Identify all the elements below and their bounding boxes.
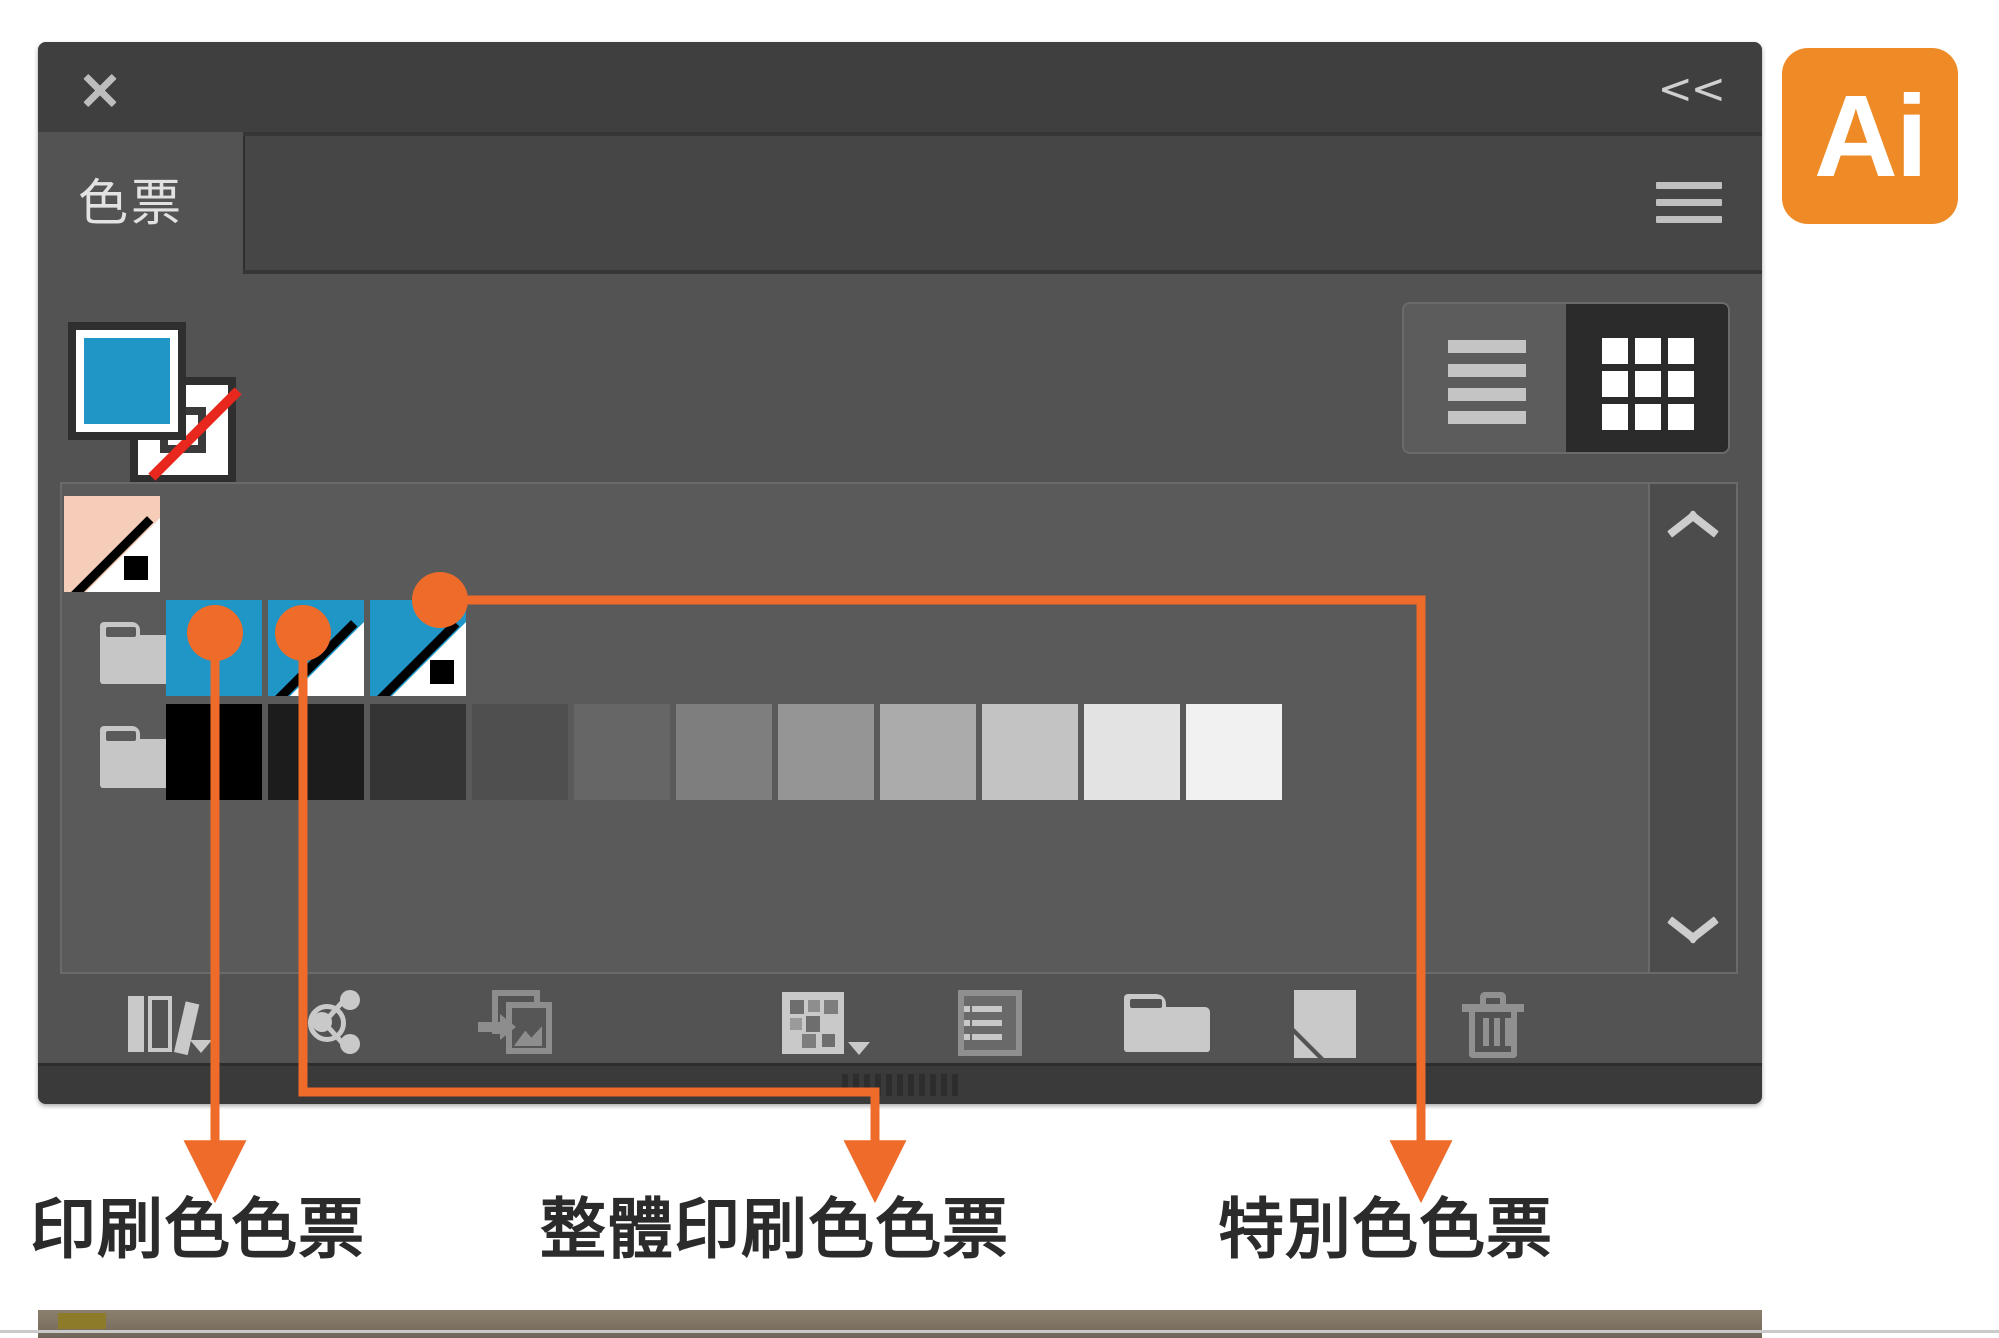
hamburger-menu-icon[interactable] xyxy=(1656,182,1722,224)
add-selected-to-library-button[interactable] xyxy=(458,984,568,1062)
swatch-gray-4[interactable] xyxy=(574,704,670,800)
tabstrip-empty-area xyxy=(243,136,1762,270)
swatch-process-blue[interactable] xyxy=(166,600,262,696)
swatch-color xyxy=(574,704,670,800)
add-to-library-icon xyxy=(478,990,552,1058)
swatch-gray-1[interactable] xyxy=(268,704,364,800)
chevron-down-icon xyxy=(190,1040,212,1053)
swatch-gray-3[interactable] xyxy=(472,704,568,800)
panel-controls-row xyxy=(38,274,1762,486)
new-swatch-button[interactable] xyxy=(1268,984,1378,1062)
caption-global-process-swatch: 整體印刷色色票 xyxy=(540,1191,1009,1268)
fill-color-fill xyxy=(84,338,170,424)
swatch-global-process-blue[interactable] xyxy=(268,600,364,696)
new-color-group-button[interactable] xyxy=(1108,984,1218,1062)
swatch-gray-5[interactable] xyxy=(676,704,772,800)
swatch-gray-8[interactable] xyxy=(982,704,1078,800)
swatch-libraries-menu-button[interactable] xyxy=(106,984,216,1062)
screenshot-root: << 色票 Ai 印刷色色票 整體印刷色色票 特別色色票 xyxy=(0,0,1999,1338)
swatch-corner-triangle xyxy=(392,622,466,696)
panel-bottom-toolbar xyxy=(38,980,1762,1066)
fill-stroke-indicator[interactable] xyxy=(58,322,248,500)
books-icon xyxy=(128,994,200,1056)
swatch-options-button[interactable] xyxy=(938,984,1048,1062)
swatch-gray-6[interactable] xyxy=(778,704,874,800)
tab-swatches[interactable]: 色票 xyxy=(38,132,243,274)
show-color-group-colors-button[interactable] xyxy=(278,984,388,1062)
swatch-gray-0[interactable] xyxy=(166,704,262,800)
swatch-corner-triangle xyxy=(86,518,160,592)
fill-swatch[interactable] xyxy=(68,322,186,440)
swatch-group-folder[interactable] xyxy=(64,704,182,800)
swatch-color xyxy=(880,704,976,800)
swatch-spot-blue[interactable] xyxy=(370,600,466,696)
chevron-down-icon[interactable] xyxy=(1666,916,1720,946)
swatch-spot-peach[interactable] xyxy=(64,496,160,592)
swatch-gray-10[interactable] xyxy=(1186,704,1282,800)
chevron-down-icon xyxy=(848,1042,870,1055)
tab-swatches-label: 色票 xyxy=(78,174,184,232)
desk-background-strip xyxy=(38,1310,1762,1338)
swatch-color xyxy=(778,704,874,800)
panel-titlebar: << xyxy=(38,42,1762,132)
chevron-up-icon[interactable] xyxy=(1666,510,1720,540)
swatch-group-folder[interactable] xyxy=(64,600,182,696)
close-icon[interactable] xyxy=(78,68,122,110)
swatch-color xyxy=(676,704,772,800)
caption-spot-swatch: 特別色色票 xyxy=(1218,1191,1553,1268)
swatch-kinds-icon xyxy=(782,992,844,1054)
show-swatch-kinds-menu-button[interactable] xyxy=(762,984,872,1062)
spot-color-dot xyxy=(124,556,148,580)
panel-resize-grip[interactable] xyxy=(842,1074,958,1096)
swatch-color xyxy=(472,704,568,800)
swatch-color xyxy=(268,704,364,800)
caption-process-swatch: 印刷色色票 xyxy=(30,1191,365,1268)
panel-tabstrip: 色票 xyxy=(38,132,1762,274)
delete-swatch-button[interactable] xyxy=(1438,984,1548,1062)
bottom-divider xyxy=(0,1330,1999,1333)
panel-resize-bar xyxy=(38,1063,1762,1104)
swatch-row xyxy=(62,704,1650,808)
swatch-options-icon xyxy=(958,990,1022,1056)
list-view-icon xyxy=(1448,340,1526,424)
trash-icon xyxy=(1462,990,1524,1060)
swatch-list-area[interactable] xyxy=(60,482,1738,974)
view-toggle-group xyxy=(1402,302,1730,454)
grid-view-button[interactable] xyxy=(1566,304,1728,452)
swatch-row xyxy=(62,496,1650,600)
swatch-gray-9[interactable] xyxy=(1084,704,1180,800)
swatch-color xyxy=(370,704,466,800)
new-page-icon xyxy=(1294,990,1356,1058)
swatch-color xyxy=(982,704,1078,800)
list-view-button[interactable] xyxy=(1404,304,1566,452)
grid-view-icon xyxy=(1602,338,1694,430)
color-link-icon xyxy=(300,990,370,1056)
folder-icon xyxy=(1124,994,1210,1052)
swatch-color xyxy=(166,704,262,800)
swatch-scrollbar[interactable] xyxy=(1648,484,1736,972)
swatches-panel: << 色票 xyxy=(38,42,1762,1104)
spot-color-dot xyxy=(430,660,454,684)
swatch-color xyxy=(1186,704,1282,800)
swatch-gray-2[interactable] xyxy=(370,704,466,800)
swatch-row xyxy=(62,600,1650,704)
collapse-panel-icon[interactable]: << xyxy=(1658,68,1726,110)
swatch-corner-triangle xyxy=(290,622,364,696)
swatch-gray-7[interactable] xyxy=(880,704,976,800)
illustrator-logo: Ai xyxy=(1782,48,1958,224)
swatch-color xyxy=(1084,704,1180,800)
swatch-color xyxy=(166,600,262,696)
swatch-grid xyxy=(62,484,1650,972)
